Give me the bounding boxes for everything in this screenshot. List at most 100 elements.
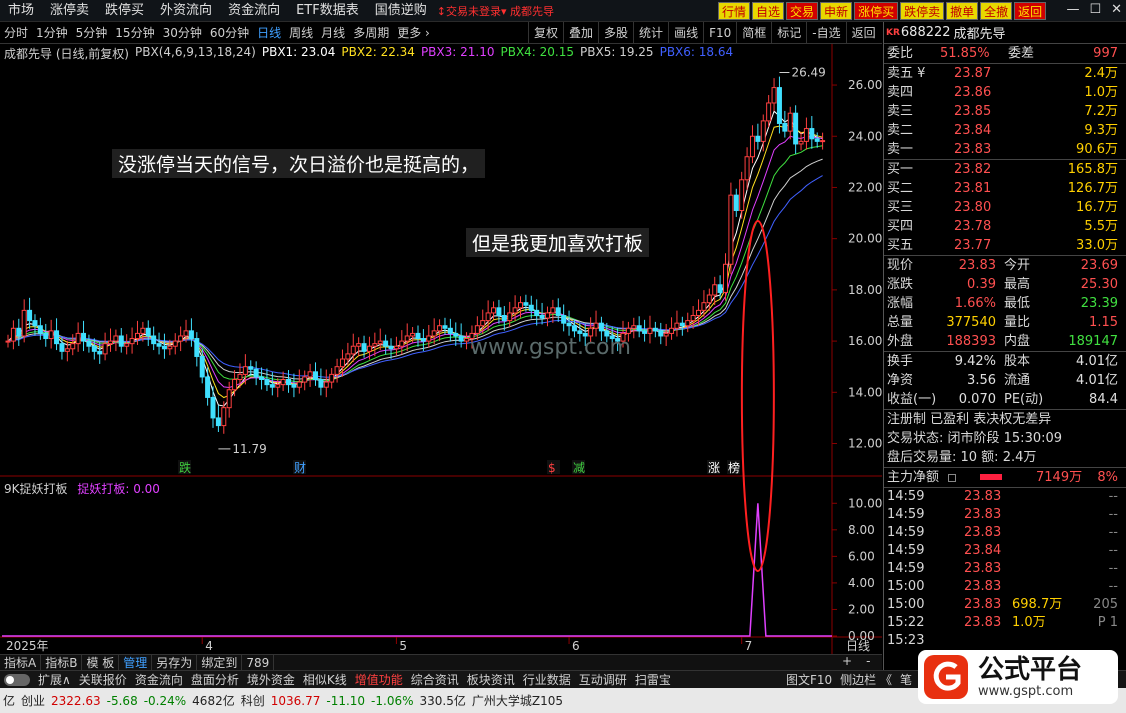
close-icon[interactable]: ✕: [1111, 2, 1122, 17]
menu-item-5[interactable]: ETF数据表: [288, 0, 367, 22]
function-link-7[interactable]: 综合资讯: [407, 671, 463, 689]
event-mark[interactable]: 减: [573, 461, 585, 475]
tick-list[interactable]: 14:59 23.83 -- 14:59 23.83 -- 14:59 23.83 -- 14:5…: [884, 488, 1126, 650]
bottom-tab-3[interactable]: 管理: [119, 655, 153, 670]
menu-item-4[interactable]: 资金流向: [220, 0, 288, 22]
menu-item-1[interactable]: 涨停卖: [42, 0, 97, 22]
maximize-icon[interactable]: ☐: [1089, 2, 1101, 17]
period-tab-6[interactable]: 日线: [253, 24, 285, 41]
candle-body: [518, 302, 523, 309]
event-mark[interactable]: 涨: [708, 460, 720, 475]
function-link-0[interactable]: 扩展∧: [34, 671, 75, 689]
quick-button-3[interactable]: 申新: [820, 2, 853, 20]
app-window: 市场 涨停卖 跌停买 外资流向 资金流向 ETF数据表 国债逆购 ↕交易未登录▾ 成都先导 …: [0, 0, 1126, 713]
zoom-in-button[interactable]: +: [842, 654, 852, 670]
function-link-8[interactable]: 板块资讯: [463, 671, 519, 689]
minimize-icon[interactable]: —: [1066, 2, 1079, 17]
bottom-tab-2[interactable]: 模 板: [82, 655, 120, 670]
menu-item-3[interactable]: 外资流向: [152, 0, 220, 22]
toggle-switch[interactable]: [4, 673, 30, 686]
book-row[interactable]: 卖四 23.86 1.0万: [884, 83, 1126, 102]
book-row[interactable]: 卖五 ¥23.87 2.4万: [884, 64, 1126, 83]
candle-body: [663, 332, 669, 337]
kline-chart[interactable]: 26.00 24.00 22.00 20.00 18.00 16.00 14.00 12.00…: [0, 44, 882, 676]
tool-button-8[interactable]: -自选: [806, 22, 845, 44]
candle-body: [464, 338, 470, 342]
function-link-4[interactable]: 境外资金: [243, 671, 299, 689]
period-tab-7[interactable]: 周线: [285, 24, 317, 41]
function-link-2[interactable]: 资金流向: [131, 671, 187, 689]
quick-button-0[interactable]: 行情: [718, 2, 751, 20]
tool-button-0[interactable]: 复权: [528, 22, 563, 44]
tool-button-1[interactable]: 叠加: [563, 22, 598, 44]
candle-body: [356, 343, 362, 347]
menu-item-0[interactable]: 市场: [0, 0, 42, 22]
candle-body: [474, 325, 480, 334]
function-link-3[interactable]: 盘面分析: [187, 671, 243, 689]
period-tab-8[interactable]: 月线: [317, 24, 349, 41]
candle-body: [728, 194, 734, 265]
period-tab-0[interactable]: 分时: [0, 24, 32, 41]
quick-button-6[interactable]: 撤单: [946, 2, 979, 20]
period-tab-10[interactable]: 更多 ›: [393, 24, 434, 41]
quick-button-2[interactable]: 交易: [786, 2, 819, 20]
quick-button-7[interactable]: 全撤: [980, 2, 1013, 20]
function-link-6[interactable]: 增值功能: [351, 671, 407, 689]
book-row[interactable]: 买五 23.77 33.0万: [884, 236, 1126, 255]
tool-button-2[interactable]: 多股: [598, 22, 633, 44]
tool-button-4[interactable]: 画线: [668, 22, 703, 44]
bottom-tab-5[interactable]: 绑定到: [197, 655, 243, 670]
tick-row: 15:00 23.83 698.7万 205: [887, 597, 1118, 612]
period-tab-4[interactable]: 30分钟: [159, 24, 206, 41]
quote-panel: KR 688222 成都先导 委比 51.85% 委差 997 卖五 ¥23.8…: [883, 22, 1126, 670]
event-mark[interactable]: 财: [294, 461, 306, 475]
book-row[interactable]: 卖二 23.84 9.3万: [884, 121, 1126, 140]
zoom-controls: + -: [836, 654, 882, 670]
tool-button-3[interactable]: 统计: [633, 22, 668, 44]
quick-button-1[interactable]: 自选: [752, 2, 785, 20]
book-row[interactable]: 卖一 23.83 90.6万: [884, 140, 1126, 159]
function-link-1[interactable]: 关联报价: [75, 671, 131, 689]
quick-button-4[interactable]: 涨停买: [854, 2, 899, 20]
fund-row: 换手 9.42% 股本 4.01亿: [887, 354, 1118, 369]
tool-button-9[interactable]: 返回: [845, 22, 881, 44]
function-right-1[interactable]: 侧边栏 《: [836, 671, 896, 689]
function-link-9[interactable]: 行业数据: [519, 671, 575, 689]
candle-body: [642, 330, 648, 334]
tool-button-6[interactable]: 简框: [736, 22, 771, 44]
period-tab-2[interactable]: 5分钟: [72, 24, 112, 41]
period-tab-3[interactable]: 15分钟: [111, 24, 158, 41]
function-link-11[interactable]: 扫雷宝: [631, 671, 675, 689]
stock-tag[interactable]: ↕交易未登录▾ 成都先导: [435, 3, 554, 19]
book-row[interactable]: 买三 23.80 16.7万: [884, 198, 1126, 217]
bottom-tab-6[interactable]: 789: [242, 655, 275, 670]
event-mark[interactable]: 榜: [728, 460, 740, 475]
event-mark[interactable]: 跌: [179, 460, 191, 475]
period-tab-5[interactable]: 60分钟: [206, 24, 253, 41]
function-right-2[interactable]: 笔: [896, 671, 916, 689]
bottom-tab-1[interactable]: 指标B: [41, 655, 83, 670]
quick-button-8[interactable]: 返回: [1014, 2, 1047, 20]
function-link-10[interactable]: 互动调研: [575, 671, 631, 689]
menu-item-6[interactable]: 国债逆购: [367, 0, 435, 22]
status-item: 广州大学城Z105: [471, 694, 563, 708]
function-link-5[interactable]: 相似K线: [299, 671, 351, 689]
candle-body: [237, 373, 243, 381]
stat-row: 涨幅 1.66% 最低 23.39: [887, 296, 1118, 311]
book-row[interactable]: 买一 23.82 165.8万: [884, 160, 1126, 179]
book-row[interactable]: 买四 23.78 5.5万: [884, 217, 1126, 236]
event-mark[interactable]: $: [548, 461, 556, 475]
book-row[interactable]: 卖三 23.85 7.2万: [884, 102, 1126, 121]
tool-button-5[interactable]: F10: [703, 22, 736, 44]
tool-button-7[interactable]: 标记: [771, 22, 806, 44]
function-right-0[interactable]: 图文F10: [782, 671, 836, 689]
book-row[interactable]: 买二 23.81 126.7万: [884, 179, 1126, 198]
quick-button-5[interactable]: 跌停卖: [900, 2, 945, 20]
bottom-tab-0[interactable]: 指标A: [0, 655, 42, 670]
period-tab-1[interactable]: 1分钟: [32, 24, 72, 41]
bottom-tab-4[interactable]: 另存为: [152, 655, 198, 670]
zoom-out-button[interactable]: -: [866, 654, 870, 670]
period-label[interactable]: 日线: [846, 639, 870, 653]
period-tab-9[interactable]: 多周期: [349, 24, 393, 41]
menu-item-2[interactable]: 跌停买: [97, 0, 152, 22]
